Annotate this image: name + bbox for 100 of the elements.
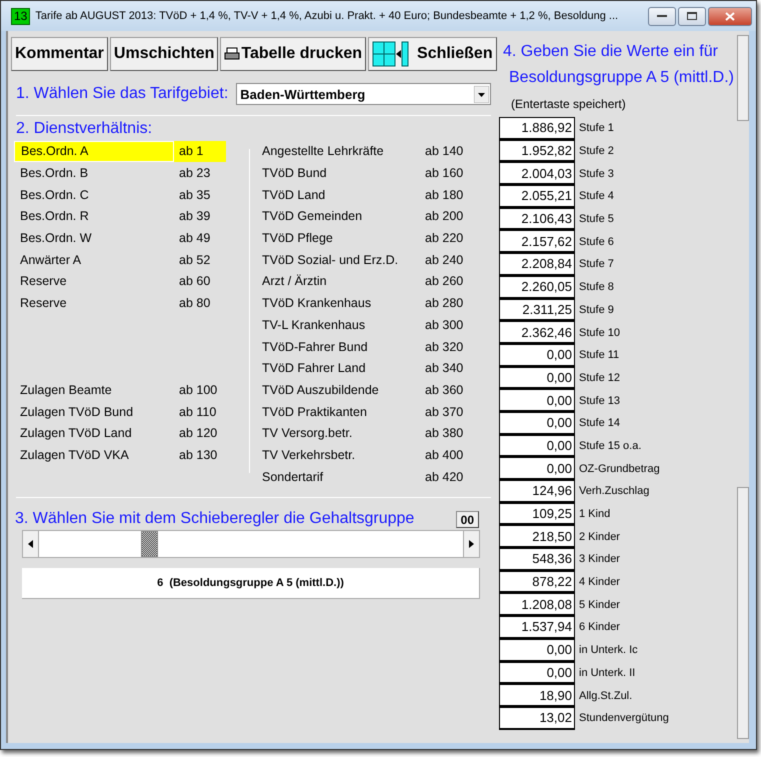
amount-input[interactable]: 0,00 (499, 344, 575, 367)
amount-input[interactable]: 0,00 (499, 638, 575, 662)
amount-input[interactable]: 1.886,92 (499, 117, 575, 140)
employment-type-item[interactable]: Sondertarif ab 420 (260, 466, 491, 488)
close-button[interactable] (708, 6, 752, 26)
amount-label: Stufe 12 (579, 372, 620, 384)
amount-input[interactable]: 2.260,05 (499, 276, 575, 298)
amount-input[interactable]: 548,36 (499, 548, 575, 571)
employment-type-item[interactable]: TVöD Sozial- und Erz.D. ab 240 (260, 249, 491, 272)
employment-type-item[interactable]: Anwärter A ab 52 (14, 249, 244, 272)
employment-type-item[interactable]: TV Verkehrsbetr. ab 400 (260, 444, 491, 466)
amount-input[interactable]: 1.208,08 (499, 593, 575, 616)
employment-type-item[interactable]: Bes.Ordn. B ab 23 (14, 162, 244, 184)
amount-input[interactable]: 13,02 (499, 706, 575, 730)
region-label: 1. Wählen Sie das Tarifgebiet: (16, 85, 228, 103)
employment-type-item[interactable]: TVöD Bund ab 160 (260, 162, 491, 184)
amount-input[interactable]: 0,00 (499, 434, 575, 458)
amount-input[interactable]: 218,50 (499, 525, 575, 548)
amount-label: Stufe 15 o.a. (579, 440, 642, 452)
maximize-button[interactable] (678, 6, 706, 26)
employment-type-item[interactable]: TVöD Auszubildende ab 360 (260, 380, 491, 402)
window-title: Tarife ab AUGUST 2013: TVöD + 1,4 %, TV-V + 1,4 %, Azubi u. Prakt. + 40 Euro; Bundesbeamte + 1,2 %, Besoldung ... (35, 10, 620, 22)
region-dropdown[interactable]: Baden-Württemberg (236, 83, 491, 105)
amount-label: Stufe 3 (579, 168, 614, 180)
amount-input[interactable]: 1.537,94 (499, 616, 575, 639)
amount-label: Stufe 8 (579, 281, 614, 294)
app-badge: 13 (11, 8, 30, 24)
salary-group-display: 6 (Besoldungsgruppe A 5 (mittl.D.)) (22, 568, 480, 599)
amount-input[interactable]: 2.055,21 (499, 185, 575, 208)
employment-type-item[interactable]: Zulagen TVöD Land ab 120 (14, 422, 244, 445)
toolbar-button[interactable]: Umschichten (110, 37, 218, 71)
amount-input[interactable]: 18,90 (499, 684, 575, 707)
amount-label: 3 Kinder (579, 553, 620, 566)
scroll-right-button[interactable] (463, 530, 480, 558)
amount-label: Stufe 1 (579, 122, 614, 134)
amount-input[interactable]: 1.952,82 (499, 140, 575, 162)
amount-input[interactable]: 0,00 (499, 412, 575, 435)
employment-type-item[interactable]: Bes.Ordn. R ab 39 (14, 206, 244, 228)
amount-label: Allg.St.Zul. (579, 690, 632, 702)
employment-type-item[interactable]: TV Versorg.betr. ab 380 (260, 422, 491, 445)
employment-type-item[interactable]: Bes.Ordn. C ab 35 (14, 184, 244, 206)
scroll-left-button[interactable] (22, 530, 39, 558)
amount-input[interactable]: 2.157,62 (499, 230, 575, 254)
amount-label: OZ-Grundbetrag (579, 462, 660, 475)
employment-type-item[interactable]: Zulagen TVöD VKA ab 130 (14, 444, 244, 466)
amount-input[interactable]: 2.362,46 (499, 321, 575, 344)
employment-type-item[interactable]: TVöD Gemeinden ab 200 (260, 206, 491, 228)
amount-input[interactable]: 0,00 (499, 457, 575, 480)
employment-type-item[interactable]: Zulagen TVöD Bund ab 110 (14, 401, 244, 423)
amount-label: 1 Kind (579, 508, 610, 520)
close-button[interactable]: Schließen (368, 37, 497, 71)
amount-label: 2 Kinder (579, 530, 620, 543)
amount-input[interactable]: 2.106,43 (499, 208, 575, 230)
minimize-icon (657, 14, 667, 18)
small-button[interactable]: 00 (456, 511, 479, 528)
amount-input[interactable]: 2.311,25 (499, 298, 575, 322)
amount-label: in Unterk. Ic (579, 644, 638, 656)
employment-type-item[interactable]: Reserve ab 60 (14, 271, 244, 293)
amount-input[interactable]: 2.004,03 (499, 162, 575, 186)
amount-label: Stufe 4 (579, 190, 614, 202)
amount-label: in Unterk. II (579, 666, 636, 679)
employment-type-item[interactable]: Zulagen Beamte ab 100 (14, 380, 244, 402)
amount-label: 5 Kinder (579, 598, 620, 611)
amount-input[interactable]: 0,00 (499, 366, 575, 390)
print-button[interactable]: Tabelle drucken (220, 37, 366, 71)
left-arrow-icon (28, 540, 33, 548)
amount-label: Stundenvergütung (579, 712, 669, 724)
employment-type-item[interactable]: TVöD-Fahrer Bund ab 320 (260, 336, 491, 358)
amount-input[interactable]: 124,96 (499, 480, 575, 503)
amount-label: Stufe 14 (579, 417, 620, 430)
employment-type-item[interactable]: Angestellte Lehrkräfte ab 140 (260, 141, 491, 163)
toolbar-button[interactable]: Kommentar (11, 37, 108, 71)
amount-input[interactable]: 0,00 (499, 389, 575, 412)
employment-type-item[interactable]: Bes.Ordn. W ab 49 (14, 228, 244, 250)
employment-type-item[interactable]: TVöD Pflege ab 220 (260, 228, 491, 250)
amount-input[interactable]: 2.208,84 (499, 253, 575, 276)
window-door-icon (372, 41, 410, 67)
slider-thumb[interactable] (140, 531, 158, 557)
amount-label: Stufe 9 (579, 304, 614, 316)
amount-label: Stufe 13 (579, 394, 620, 407)
values-heading: 4. Geben Sie die Werte ein für (503, 43, 719, 61)
employment-type-item[interactable]: Arzt / Ärztin ab 260 (260, 271, 491, 293)
right-arrow-icon (469, 540, 474, 548)
employment-type-item[interactable]: TVöD Fahrer Land ab 340 (260, 358, 491, 380)
employment-type-item[interactable]: TVöD Praktikanten ab 370 (260, 401, 491, 423)
hint-text: (Entertaste speichert) (511, 97, 627, 111)
employment-type-item[interactable]: TV-L Krankenhaus ab 300 (260, 314, 491, 336)
amount-label: Stufe 7 (579, 258, 614, 270)
employment-type-item[interactable]: Reserve ab 80 (14, 292, 244, 314)
amount-label: Verh.Zuschlag (579, 485, 650, 498)
employment-type-item[interactable]: TVöD Krankenhaus ab 280 (260, 292, 491, 314)
amount-input[interactable]: 878,22 (499, 570, 575, 594)
employment-type-item[interactable]: TVöD Land ab 180 (260, 184, 491, 206)
amount-input[interactable]: 0,00 (499, 662, 575, 684)
amount-input[interactable]: 109,25 (499, 502, 575, 526)
maximize-icon (687, 12, 697, 20)
amount-label: Stufe 6 (579, 236, 614, 248)
close-icon (725, 12, 735, 20)
slider-heading: 3. Wählen Sie mit dem Schieberegler die Gehaltsgruppe (15, 510, 414, 528)
minimize-button[interactable] (648, 6, 676, 26)
